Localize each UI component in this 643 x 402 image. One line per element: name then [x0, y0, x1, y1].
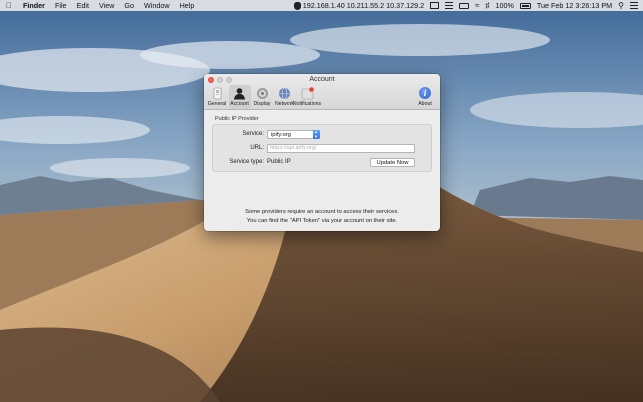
- ip-status-text: 192.168.1.40 10.211.55.2 10.37.129.2: [302, 1, 425, 10]
- tab-account[interactable]: Account: [228, 85, 251, 109]
- url-label: URL:: [250, 145, 264, 151]
- tab-network-label: Network: [274, 101, 295, 107]
- window-titlebar[interactable]: Account General Account Display Network …: [204, 74, 440, 110]
- wifi-icon[interactable]: ≈: [475, 0, 479, 11]
- menu-app-name[interactable]: Finder: [18, 0, 50, 11]
- menu-extra-icon[interactable]: [445, 2, 454, 9]
- update-now-button[interactable]: Update Now: [370, 157, 415, 167]
- tab-general-label: General: [207, 101, 227, 107]
- account-pane: Public IP Provider Service: ipify.org ▲ ▼…: [204, 110, 440, 172]
- account-icon: [233, 87, 246, 100]
- tab-about[interactable]: i About: [414, 85, 436, 109]
- service-select[interactable]: ipify.org ▲ ▼: [267, 129, 320, 139]
- about-info-icon: i: [419, 87, 431, 99]
- service-type-label: Service type:: [229, 159, 264, 165]
- notifications-icon: [301, 87, 314, 100]
- service-select-value: ipify.org: [271, 131, 291, 138]
- tab-general[interactable]: General: [206, 85, 228, 109]
- ip-status-item[interactable]: 192.168.1.40 10.211.55.2 10.37.129.2: [293, 0, 425, 11]
- provider-note-line1: Some providers require an account to acc…: [245, 209, 399, 215]
- url-field[interactable]: [267, 143, 415, 153]
- battery-icon[interactable]: [519, 2, 531, 9]
- general-icon: [211, 87, 224, 100]
- menu-window[interactable]: Window: [139, 0, 175, 11]
- service-row: Service: ipify.org ▲ ▼: [213, 129, 431, 139]
- service-type-row: Service type: Public IP Update Now: [213, 157, 431, 167]
- preferences-toolbar: General Account Display Network Notifica…: [206, 85, 322, 109]
- public-ip-provider-group: Service: ipify.org ▲▼ URL: Service type:…: [212, 124, 432, 172]
- menu-view[interactable]: View: [94, 0, 119, 11]
- network-status-icon: [293, 2, 301, 11]
- airplay-icon[interactable]: [430, 2, 440, 9]
- menu-edit[interactable]: Edit: [72, 0, 94, 11]
- window-title: Account: [309, 76, 335, 83]
- menu-bar:  Finder File Edit View Go Window Help 1…: [0, 0, 643, 11]
- clock[interactable]: Tue Feb 12 3:26:13 PM: [537, 0, 612, 11]
- tab-account-label: Account: [230, 101, 249, 107]
- volume-icon[interactable]: ♯: [486, 0, 490, 11]
- tab-display-label: Display: [253, 101, 271, 107]
- provider-note: Some providers require an account to acc…: [204, 208, 440, 225]
- battery-percent[interactable]: 100%: [496, 0, 514, 11]
- tab-display[interactable]: Display: [251, 85, 273, 109]
- service-type-value: Public IP: [267, 159, 291, 165]
- spotlight-search-icon[interactable]: ⚲: [618, 0, 624, 11]
- provider-note-line2: You can find the "API Token" via your ac…: [246, 217, 398, 224]
- url-row: URL:: [213, 143, 431, 153]
- service-label: Service:: [242, 131, 264, 137]
- tab-about-label: About: [418, 101, 432, 107]
- notification-center-icon[interactable]: [630, 2, 638, 9]
- group-title: Public IP Provider: [215, 116, 259, 122]
- menu-go[interactable]: Go: [119, 0, 139, 11]
- display-icon: [256, 87, 269, 100]
- apple-icon[interactable]: : [0, 0, 18, 11]
- menu-help[interactable]: Help: [175, 0, 200, 11]
- network-icon: [278, 87, 291, 100]
- preferences-window: Account General Account Display Network …: [204, 74, 440, 231]
- keyboard-icon[interactable]: [459, 2, 470, 9]
- menu-file[interactable]: File: [50, 0, 72, 11]
- select-arrows-icon: ▲ ▼: [312, 129, 320, 139]
- tab-notifications[interactable]: Notifications: [292, 85, 322, 109]
- tab-notifications-label: Notifications: [292, 101, 322, 107]
